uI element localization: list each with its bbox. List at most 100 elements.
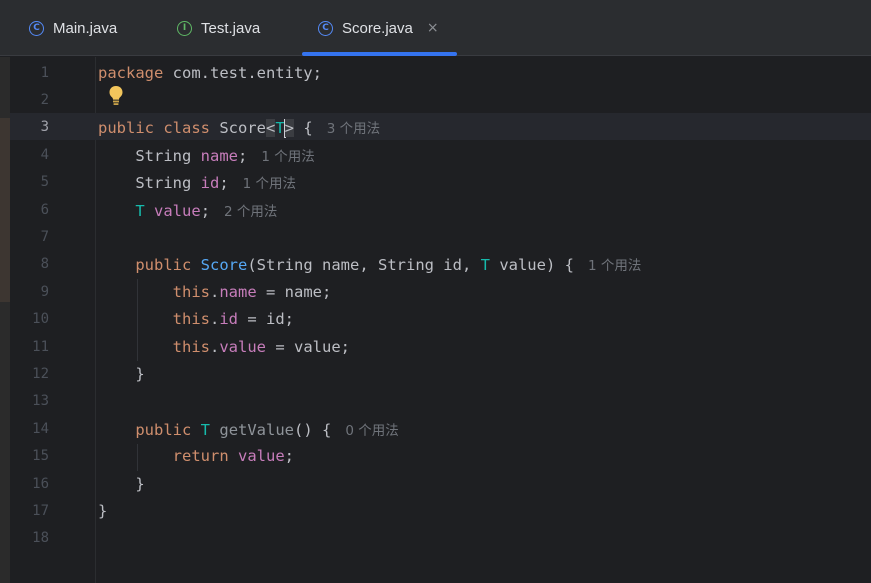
usage-hint[interactable]: 2 个用法 [224, 204, 277, 220]
code-token: () { [294, 420, 332, 439]
code-line[interactable]: 13 [0, 388, 871, 415]
code-token: T [200, 420, 211, 439]
code-token: id [219, 310, 238, 329]
code-token: value [238, 447, 285, 466]
tab-label: Main.java [53, 19, 118, 37]
tab-label: Test.java [201, 19, 261, 37]
code-token: ; [219, 174, 229, 193]
code-text[interactable]: String id; 1 个用法 [98, 172, 296, 192]
code-token: String [98, 146, 201, 165]
code-token: Score [209, 118, 266, 137]
tab-main-java[interactable]: C Main.java [29, 0, 117, 56]
line-number: 15 [32, 448, 49, 465]
code-token: ; [237, 146, 248, 165]
usage-hint[interactable]: 1 个用法 [243, 176, 296, 192]
code-token: package [98, 63, 164, 82]
code-line[interactable]: 12 } [0, 360, 871, 387]
usage-hint[interactable]: 1 个用法 [261, 149, 314, 165]
close-icon[interactable]: × [427, 20, 439, 36]
code-line[interactable]: 7 [0, 223, 871, 250]
class-icon: C [318, 20, 333, 36]
code-line[interactable]: 10 this.id = id; [0, 306, 871, 333]
code-text[interactable]: } [98, 502, 107, 520]
code-token: this [172, 337, 210, 356]
code-text[interactable]: this.id = id; [98, 310, 294, 328]
line-number: 16 [32, 475, 49, 492]
code-token: public [135, 256, 192, 275]
code-text[interactable]: return value; [98, 447, 294, 465]
line-number: 11 [32, 338, 49, 355]
editor-tab-bar: C Main.java I Test.java C Score.java × [0, 0, 871, 56]
line-number: 1 [40, 64, 49, 81]
code-token: } [98, 474, 145, 493]
code-line[interactable]: 3 public class Score<T> {3 个用法 [0, 114, 871, 141]
code-line[interactable]: 18 [0, 525, 871, 552]
code-line[interactable]: 17} [0, 497, 871, 524]
line-number: 18 [32, 530, 49, 547]
code-token: return [172, 447, 229, 466]
code-text[interactable]: } [98, 364, 145, 383]
code-line[interactable]: 8 public Score(String name, String id, T… [0, 251, 871, 278]
code-token: this [172, 310, 210, 329]
code-text[interactable]: this.name = name; [98, 282, 332, 301]
code-token: value [154, 201, 201, 220]
code-token: com.test.entity; [163, 63, 322, 82]
code-text[interactable]: public Score(String name, String id, T v… [98, 254, 641, 274]
code-token: } [98, 364, 145, 383]
line-number: 2 [40, 91, 49, 108]
line-number: 9 [40, 283, 49, 300]
line-number: 7 [40, 228, 49, 245]
usage-hint[interactable]: 3 个用法 [327, 121, 380, 137]
tab-test-java[interactable]: I Test.java [177, 0, 260, 56]
tab-score-java[interactable]: C Score.java × [318, 0, 439, 56]
code-token: name [200, 146, 238, 165]
code-token: Score [200, 256, 248, 275]
line-number: 5 [40, 174, 49, 191]
code-token: public [135, 420, 192, 439]
code-editor[interactable]: 1 package com.test.entity; 2 3 public class … [0, 57, 871, 583]
code-token: T [480, 256, 490, 275]
code-line[interactable]: 4 String name; 1 个用法 [0, 141, 871, 168]
code-token: } [98, 501, 108, 520]
line-number: 17 [32, 502, 49, 519]
code-line[interactable]: 14 public T getValue() {0 个用法 [0, 415, 871, 442]
code-line[interactable]: 1 package com.test.entity; [0, 59, 871, 86]
code-text[interactable]: T value; 2 个用法 [98, 200, 277, 220]
code-token: String [98, 174, 201, 193]
code-line[interactable]: 11 this.value = value; [0, 333, 871, 360]
code-line[interactable]: 6 T value; 2 个用法 [0, 196, 871, 223]
code-text[interactable]: } [98, 474, 145, 493]
line-number: 6 [40, 201, 49, 218]
code-token: < [265, 118, 276, 137]
code-token: name [219, 282, 257, 301]
code-line[interactable]: 2 [0, 86, 871, 113]
code-token: { [294, 118, 313, 137]
code-line[interactable]: 15 return value; [0, 443, 871, 470]
code-token: value) { [489, 256, 574, 275]
usage-hint[interactable]: 0 个用法 [345, 423, 398, 439]
line-number: 3 [40, 119, 49, 136]
code-token: public class [98, 118, 210, 137]
code-token: . [209, 310, 220, 329]
usage-hint[interactable]: 1 个用法 [588, 258, 641, 274]
code-line[interactable]: 16 } [0, 470, 871, 497]
code-text[interactable]: String name; 1 个用法 [98, 145, 314, 165]
class-icon: C [29, 20, 44, 36]
code-token: getValue [219, 420, 295, 439]
line-number: 10 [32, 311, 49, 328]
code-text[interactable]: public class Score<T> {3 个用法 [98, 117, 380, 138]
code-line[interactable]: 9 this.name = name; [0, 278, 871, 305]
code-token: value [219, 337, 266, 356]
interface-icon: I [177, 20, 192, 36]
code-text[interactable]: this.value = value; [98, 338, 350, 356]
code-text[interactable]: package com.test.entity; [98, 64, 322, 82]
code-line[interactable]: 5 String id; 1 个用法 [0, 169, 871, 196]
code-text[interactable]: public T getValue() { 0 个用法 [98, 419, 398, 439]
